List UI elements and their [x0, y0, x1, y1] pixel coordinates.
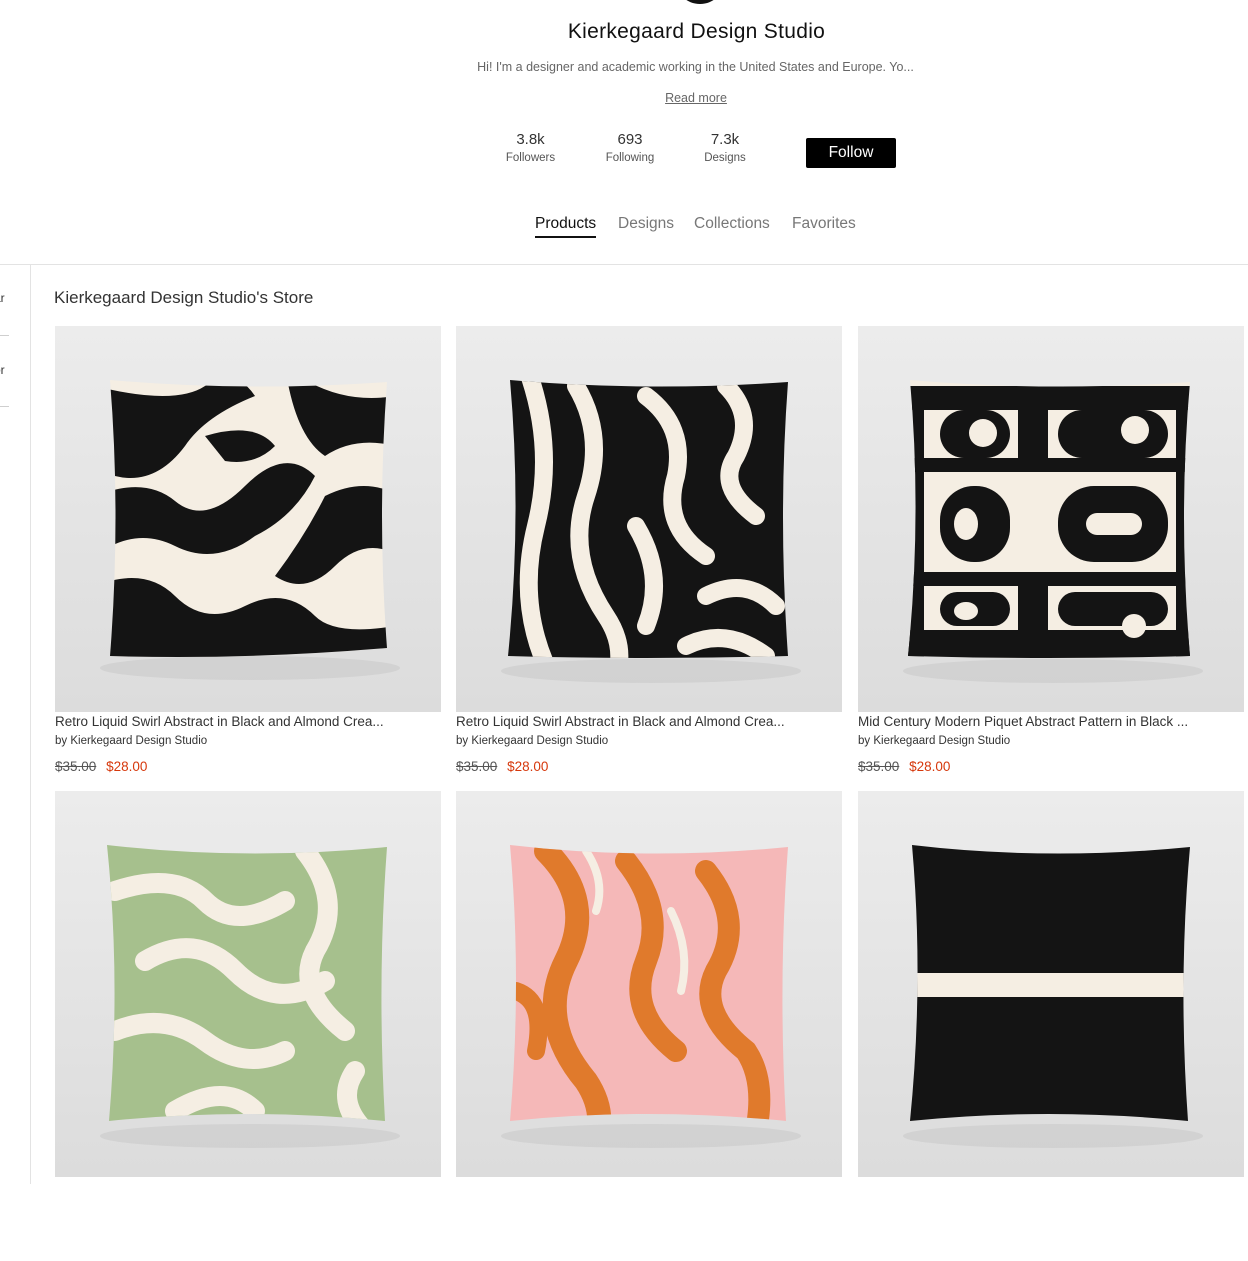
stat-label: Followers [505, 152, 556, 164]
product-card[interactable]: Retro Liquid Swirl Abstract in Black and… [456, 326, 842, 796]
product-image[interactable] [55, 791, 441, 1177]
stat-value: 7.3k [710, 131, 740, 148]
product-title[interactable]: Retro Liquid Swirl Abstract in Black and… [55, 714, 441, 729]
stat-value: 693 [617, 131, 643, 148]
follow-button[interactable]: Follow [806, 138, 896, 168]
sidebar-separator [0, 406, 9, 407]
product-card[interactable]: Retro Liquid Swirl Abstract in Black and… [55, 326, 441, 796]
tab-products[interactable]: Products [535, 215, 597, 238]
tab-collections[interactable]: Collections [694, 215, 770, 236]
sage-green-cream-swirl-pillow [55, 791, 441, 1177]
original-price: $35.00 [858, 759, 900, 774]
black-almond-liquid-swirl-pillow-2 [456, 326, 842, 712]
store-title: Kierkegaard Design Studio's Store [54, 288, 314, 307]
product-prices: $35.00 $28.00 [456, 759, 548, 774]
black-almond-piquet-pattern-pillow [858, 326, 1244, 712]
tab-designs[interactable]: Designs [618, 215, 674, 236]
product-artist[interactable]: by Kierkegaard Design Studio [55, 735, 207, 747]
product-artist[interactable]: by Kierkegaard Design Studio [858, 735, 1010, 747]
product-title[interactable]: Retro Liquid Swirl Abstract in Black and… [456, 714, 842, 729]
header-divider [0, 264, 1248, 265]
sale-price: $28.00 [507, 759, 549, 774]
sidebar-separator [0, 335, 9, 336]
product-card[interactable] [55, 791, 441, 1261]
product-artist[interactable]: by Kierkegaard Design Studio [456, 735, 608, 747]
stat-followers[interactable]: 3.8k Followers [500, 131, 561, 164]
orange-pink-liquid-swirl-pillow [456, 791, 842, 1177]
product-image[interactable] [456, 791, 842, 1177]
black-almond-liquid-swirl-pillow [55, 326, 441, 712]
stat-value: 3.8k [516, 131, 545, 148]
product-title[interactable]: Mid Century Modern Piquet Abstract Patte… [858, 714, 1244, 729]
read-more-link[interactable]: Read more [0, 91, 1248, 105]
stat-label: Following [605, 152, 655, 164]
sale-price: $28.00 [106, 759, 148, 774]
original-price: $35.00 [456, 759, 498, 774]
avatar[interactable] [675, 0, 725, 4]
product-card[interactable] [456, 791, 842, 1261]
sidebar-divider [30, 265, 31, 1184]
profile-tabs: Products Designs Collections Favorites [0, 215, 1248, 241]
original-price: $35.00 [55, 759, 97, 774]
product-image[interactable] [55, 326, 441, 712]
stat-designs[interactable]: 7.3k Designs [700, 131, 750, 164]
sidebar-filter-item[interactable]: or [0, 363, 5, 377]
product-image[interactable] [858, 791, 1244, 1177]
product-image[interactable] [456, 326, 842, 712]
product-card[interactable] [858, 791, 1244, 1261]
product-prices: $35.00 $28.00 [858, 759, 950, 774]
product-card[interactable]: Mid Century Modern Piquet Abstract Patte… [858, 326, 1244, 796]
product-prices: $35.00 $28.00 [55, 759, 147, 774]
profile-bio: Hi! I'm a designer and academic working … [477, 60, 914, 74]
product-image[interactable] [858, 326, 1244, 712]
sale-price: $28.00 [909, 759, 951, 774]
tab-favorites[interactable]: Favorites [792, 215, 856, 236]
stat-following[interactable]: 693 Following [599, 131, 661, 164]
stat-label: Designs [704, 152, 746, 164]
profile-name: Kierkegaard Design Studio [567, 20, 826, 43]
black-with-cream-stripe-pillow [858, 791, 1244, 1177]
sidebar-filter-item[interactable]: ar [0, 291, 5, 305]
